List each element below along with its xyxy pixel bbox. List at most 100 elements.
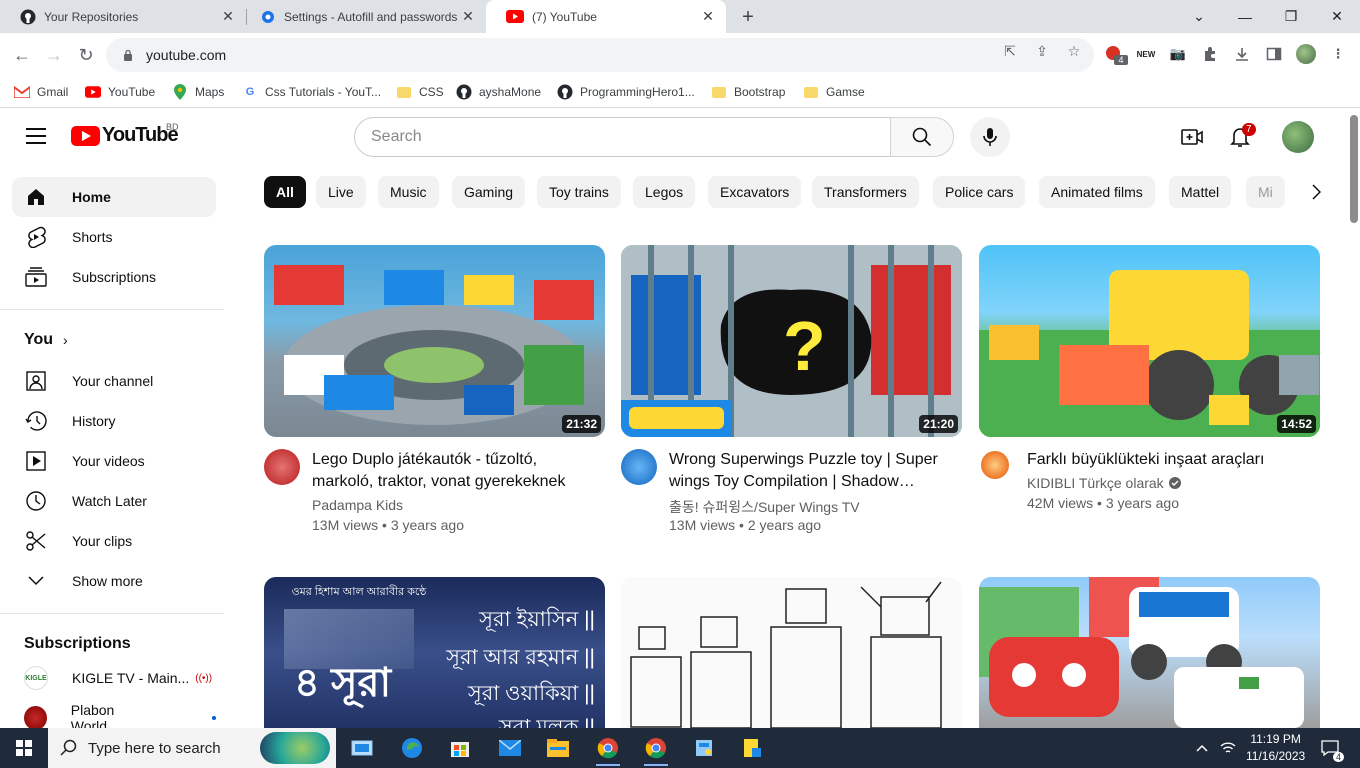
- video-thumbnail[interactable]: [979, 577, 1320, 728]
- create-video-icon[interactable]: [1180, 125, 1204, 149]
- sidebar-item-home[interactable]: Home: [12, 177, 216, 217]
- page-scrollbar[interactable]: [1348, 109, 1360, 728]
- bookmark-folder-gamse[interactable]: Gamse: [803, 82, 865, 102]
- forward-button[interactable]: →: [42, 43, 66, 67]
- video-thumbnail[interactable]: 14:52: [979, 245, 1320, 437]
- sidebar-channel-kigle-tv[interactable]: KIGLE KIGLE TV - Main... ((•)): [12, 658, 216, 698]
- sidebar-item-your-videos[interactable]: Your videos: [12, 441, 216, 481]
- chip-mattel[interactable]: Mattel: [1169, 176, 1232, 208]
- chip-animated-films[interactable]: Animated films: [1039, 176, 1155, 208]
- file-explorer-icon[interactable]: [538, 732, 578, 764]
- bookmark-programminghero[interactable]: ProgrammingHero1...: [557, 82, 695, 102]
- bookmark-folder-bootstrap[interactable]: Bootstrap: [711, 82, 785, 102]
- bookmark-maps[interactable]: Maps: [172, 82, 224, 102]
- minimize-button[interactable]: —: [1222, 0, 1268, 33]
- sidebar-item-history[interactable]: History: [12, 401, 216, 441]
- file-explorer-icon-2[interactable]: [732, 732, 772, 764]
- sidebar-channel-plabon-world[interactable]: Plabon World: [12, 698, 216, 728]
- edge-browser-icon[interactable]: [392, 732, 432, 764]
- bookmark-folder-css[interactable]: CSS: [396, 82, 444, 102]
- sidebar-item-subscriptions[interactable]: Subscriptions: [12, 257, 216, 297]
- chip-legos[interactable]: Legos: [633, 176, 696, 208]
- close-tab-icon[interactable]: ✕: [700, 8, 716, 25]
- video-thumbnail[interactable]: ? 21:20: [621, 245, 962, 437]
- close-window-button[interactable]: ✕: [1314, 0, 1360, 33]
- sidebar-item-label: Your channel: [72, 373, 154, 389]
- hamburger-menu-icon[interactable]: [26, 128, 46, 144]
- new-tab-button[interactable]: +: [738, 6, 758, 29]
- taskbar-search-input[interactable]: Type here to search: [48, 728, 336, 768]
- system-clock[interactable]: 11:19 PM 11/16/2023: [1246, 731, 1305, 765]
- channel-avatar[interactable]: [621, 449, 657, 485]
- chip-gaming[interactable]: Gaming: [452, 176, 526, 208]
- close-tab-icon[interactable]: ✕: [220, 8, 236, 25]
- share-icon[interactable]: ⇪: [1033, 42, 1051, 60]
- more-options-icon[interactable]: ⋮: [1328, 44, 1348, 64]
- video-title[interactable]: Farklı büyüklükteki inşaat araçları: [1027, 449, 1317, 471]
- bookmark-gmail[interactable]: Gmail: [14, 82, 68, 102]
- account-avatar[interactable]: [1282, 121, 1314, 153]
- reload-button[interactable]: ↻: [74, 43, 98, 67]
- video-title[interactable]: Lego Duplo játékautók - tűzoltó, markoló…: [312, 449, 602, 493]
- channel-avatar[interactable]: [979, 449, 1011, 481]
- channel-avatar[interactable]: [264, 449, 300, 485]
- video-thumbnail[interactable]: 21:32: [264, 245, 605, 437]
- video-thumbnail[interactable]: [621, 577, 962, 728]
- profile-avatar[interactable]: [1296, 44, 1316, 64]
- sidebar-item-your-channel[interactable]: Your channel: [12, 361, 216, 401]
- search-button[interactable]: [890, 117, 954, 157]
- chrome-icon[interactable]: [588, 732, 628, 766]
- chip-transformers[interactable]: Transformers: [812, 176, 919, 208]
- video-thumbnail[interactable]: ওমর হিশাম আল আরাবীর কন্ঠে ৪ সূরা সূরা ইয…: [264, 577, 605, 728]
- chip-partial[interactable]: Mi: [1246, 176, 1285, 208]
- camera-icon[interactable]: 📷: [1168, 44, 1188, 64]
- tab-settings[interactable]: Settings - Autofill and passwords ✕: [240, 0, 486, 33]
- chip-excavators[interactable]: Excavators: [708, 176, 802, 208]
- voice-search-button[interactable]: [970, 117, 1010, 157]
- back-button[interactable]: ←: [10, 43, 34, 67]
- sidebar-you-heading[interactable]: You ›: [24, 331, 68, 349]
- bookmark-ayshamone[interactable]: ayshaMone: [456, 82, 541, 102]
- extension-news-icon[interactable]: NEW: [1136, 44, 1156, 64]
- control-panel-icon[interactable]: [684, 732, 724, 764]
- chip-music[interactable]: Music: [378, 176, 439, 208]
- mail-icon[interactable]: [490, 732, 530, 764]
- bookmark-youtube[interactable]: YouTube: [85, 82, 155, 102]
- close-tab-icon[interactable]: ✕: [460, 8, 476, 25]
- tab-your-repositories[interactable]: Your Repositories ✕: [0, 0, 246, 33]
- tab-youtube[interactable]: (7) YouTube ✕: [486, 0, 726, 33]
- sidebar-item-shorts[interactable]: Shorts: [12, 217, 216, 257]
- video-channel-name[interactable]: 출동! 슈퍼윙스/Super Wings TV: [669, 497, 860, 517]
- tab-search-chevron-icon[interactable]: ⌄: [1176, 0, 1222, 33]
- action-center-icon[interactable]: 4: [1312, 732, 1348, 764]
- video-channel-row[interactable]: KIDIBLI Türkçe olarak: [1027, 475, 1181, 491]
- address-bar[interactable]: youtube.com: [106, 38, 1094, 72]
- puzzle-extensions-icon[interactable]: [1200, 44, 1220, 64]
- bookmark-star-icon[interactable]: ☆: [1065, 42, 1083, 60]
- sidebar-item-show-more[interactable]: Show more: [12, 561, 216, 601]
- chrome-icon-2[interactable]: [636, 732, 676, 766]
- youtube-masthead: YouTube BD Search 7: [0, 109, 1348, 165]
- search-input[interactable]: Search: [354, 117, 891, 157]
- sidebar-item-your-clips[interactable]: Your clips: [12, 521, 216, 561]
- chip-police-cars[interactable]: Police cars: [933, 176, 1026, 208]
- video-channel-name[interactable]: Padampa Kids: [312, 497, 403, 513]
- scrollbar-thumb[interactable]: [1350, 115, 1358, 223]
- show-hidden-icons-chevron-icon[interactable]: [1190, 732, 1214, 764]
- youtube-logo[interactable]: YouTube: [71, 124, 179, 147]
- video-title[interactable]: Wrong Superwings Puzzle toy | Super wing…: [669, 449, 959, 493]
- task-view-icon[interactable]: [342, 732, 382, 764]
- download-icon[interactable]: [1232, 44, 1252, 64]
- open-in-app-icon[interactable]: ⇱: [1001, 42, 1019, 60]
- chips-next-button[interactable]: [1302, 176, 1330, 208]
- chip-all[interactable]: All: [264, 176, 306, 208]
- sidebar-item-watch-later[interactable]: Watch Later: [12, 481, 216, 521]
- chip-toy-trains[interactable]: Toy trains: [537, 176, 621, 208]
- side-panel-icon[interactable]: [1264, 44, 1284, 64]
- chip-live[interactable]: Live: [316, 176, 366, 208]
- microsoft-store-icon[interactable]: [440, 732, 480, 764]
- restore-button[interactable]: ❐: [1268, 0, 1314, 33]
- network-wifi-icon[interactable]: [1216, 732, 1240, 764]
- windows-start-button[interactable]: [4, 732, 44, 764]
- bookmark-css-tutorials[interactable]: G Css Tutorials - YouT...: [242, 82, 381, 102]
